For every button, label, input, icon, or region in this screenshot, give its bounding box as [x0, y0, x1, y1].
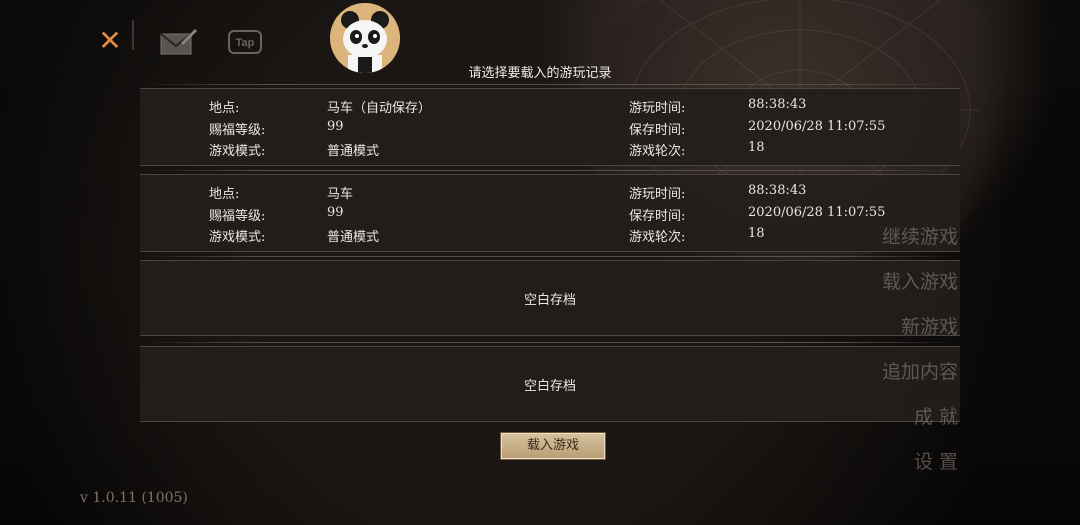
save-slot-4[interactable]: 空白存档 [140, 342, 960, 422]
round-label: 游戏轮次: [629, 144, 686, 159]
level-value: 99 [327, 205, 344, 220]
playtime-label: 游玩时间: [629, 101, 686, 116]
tap-icon-label: Tap [236, 37, 255, 49]
mode-value: 普通模式 [327, 230, 380, 245]
close-glyph: ✕ [98, 23, 122, 57]
round-value: 18 [748, 226, 765, 241]
version-label: v 1.0.11 (1005) [80, 490, 188, 506]
savetime-value: 2020/06/28 11:07:55 [748, 119, 886, 134]
location-value: 马车 [327, 187, 354, 202]
save-slot-2[interactable]: 地点: 马车 赐福等级: 99 游戏模式: 普通模式 游玩时间: 88:38:4… [140, 170, 960, 252]
playtime-label: 游玩时间: [629, 187, 686, 202]
save-slot-1[interactable]: 地点: 马车（自动保存） 赐福等级: 99 游戏模式: 普通模式 游玩时间: 8… [140, 84, 960, 166]
divider [132, 20, 134, 50]
level-label: 赐福等级: [209, 209, 266, 224]
save-slot-3[interactable]: 空白存档 [140, 256, 960, 336]
empty-slot-label: 空白存档 [523, 293, 576, 308]
close-icon[interactable]: ✕ [90, 20, 130, 60]
menu-achievements[interactable]: 成 就 [914, 402, 958, 429]
empty-slot-label: 空白存档 [523, 379, 576, 394]
mail-icon[interactable] [158, 28, 198, 56]
level-value: 99 [327, 119, 344, 134]
mode-label: 游戏模式: [209, 144, 266, 159]
savetime-value: 2020/06/28 11:07:55 [748, 205, 886, 220]
mode-label: 游戏模式: [209, 230, 266, 245]
tap-icon[interactable]: Tap [228, 30, 262, 54]
location-value: 马车（自动保存） [327, 101, 432, 116]
dialog-title: 请选择要载入的游玩记录 [468, 66, 612, 81]
round-value: 18 [748, 140, 765, 155]
location-label: 地点: [209, 187, 240, 202]
menu-load[interactable]: 载入游戏 [882, 267, 958, 294]
menu-settings[interactable]: 设 置 [914, 447, 958, 474]
playtime-value: 88:38:43 [748, 183, 807, 198]
savetime-label: 保存时间: [629, 123, 686, 138]
round-label: 游戏轮次: [629, 230, 686, 245]
savetime-label: 保存时间: [629, 209, 686, 224]
menu-new-game[interactable]: 新游戏 [901, 312, 958, 339]
playtime-value: 88:38:43 [748, 97, 807, 112]
level-label: 赐福等级: [209, 123, 266, 138]
location-label: 地点: [209, 101, 240, 116]
menu-dlc[interactable]: 追加内容 [882, 357, 958, 384]
load-game-button[interactable]: 载入游戏 [500, 432, 606, 460]
mode-value: 普通模式 [327, 144, 380, 159]
menu-continue[interactable]: 继续游戏 [882, 222, 958, 249]
